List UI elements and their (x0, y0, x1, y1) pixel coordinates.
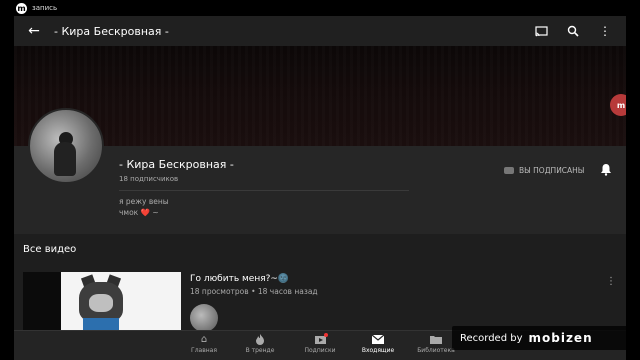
nav-trending-label: В тренде (245, 347, 275, 354)
nav-subscriptions[interactable]: Подписки (290, 333, 350, 354)
back-arrow-icon[interactable]: ← (14, 16, 54, 46)
video-channel-avatar[interactable] (190, 304, 218, 332)
more-vert-icon[interactable]: ⋮ (594, 20, 616, 42)
nav-inbox[interactable]: Входящие (348, 333, 408, 354)
nav-library-label: Библиотека (417, 347, 455, 354)
status-bar: m запись (0, 0, 640, 16)
screen-frame: m запись ← - Кира Бескровная - ⋮ m - Кир (0, 0, 640, 360)
notification-bell-icon[interactable] (600, 163, 612, 179)
nav-home-label: Главная (191, 347, 217, 354)
recorder-status-icon: m (16, 2, 27, 14)
channel-name: - Кира Бескровная - (119, 158, 234, 171)
nav-subscriptions-label: Подписки (304, 347, 336, 354)
video-more-icon[interactable]: ⋮ (606, 276, 616, 287)
home-icon: ⌂ (200, 333, 208, 345)
subscribed-button[interactable]: ВЫ ПОДПИСАНЫ (504, 166, 584, 175)
video-meta: 18 просмотров • 18 часов назад (190, 287, 318, 296)
recorder-label: Recorded by (460, 332, 523, 344)
nav-trending[interactable]: В тренде (230, 333, 290, 354)
section-title: Все видео (23, 244, 77, 255)
search-icon[interactable] (562, 20, 584, 42)
subscribed-label: ВЫ ПОДПИСАНЫ (519, 166, 585, 175)
channel-description-line1: я режу вены (119, 197, 169, 206)
nav-home[interactable]: ⌂ Главная (174, 333, 234, 355)
inbox-icon (371, 333, 385, 345)
recorder-brand: mobizen (528, 331, 593, 345)
video-title[interactable]: Го любить меня?~🌚 (190, 274, 289, 284)
app-bar: ← - Кира Бескровная - ⋮ (14, 16, 626, 46)
video-list-item[interactable]: Го любить меня?~🌚 18 просмотров • 18 час… (14, 268, 626, 334)
video-thumbnail[interactable] (23, 272, 181, 334)
recorder-watermark: Recorded by mobizen (452, 326, 628, 350)
header-divider (119, 190, 409, 191)
cast-icon[interactable] (530, 20, 552, 42)
library-folder-icon (429, 333, 443, 345)
subscriber-count: 18 подписчиков (119, 175, 179, 183)
youtube-app: ← - Кира Бескровная - ⋮ m - Кира Бескров… (14, 16, 626, 360)
channel-avatar (28, 108, 104, 184)
youtube-play-icon (504, 167, 514, 174)
channel-description-line2: чмок ❤️ ~ (119, 208, 159, 217)
channel-banner (14, 46, 626, 146)
app-bar-title: - Кира Бескровная - (54, 24, 169, 38)
nav-inbox-label: Входящие (361, 347, 395, 354)
subscriptions-badge (324, 333, 328, 337)
mobizen-floating-icon[interactable]: m (610, 94, 626, 116)
fire-icon (253, 333, 267, 345)
status-text: запись (32, 4, 58, 12)
